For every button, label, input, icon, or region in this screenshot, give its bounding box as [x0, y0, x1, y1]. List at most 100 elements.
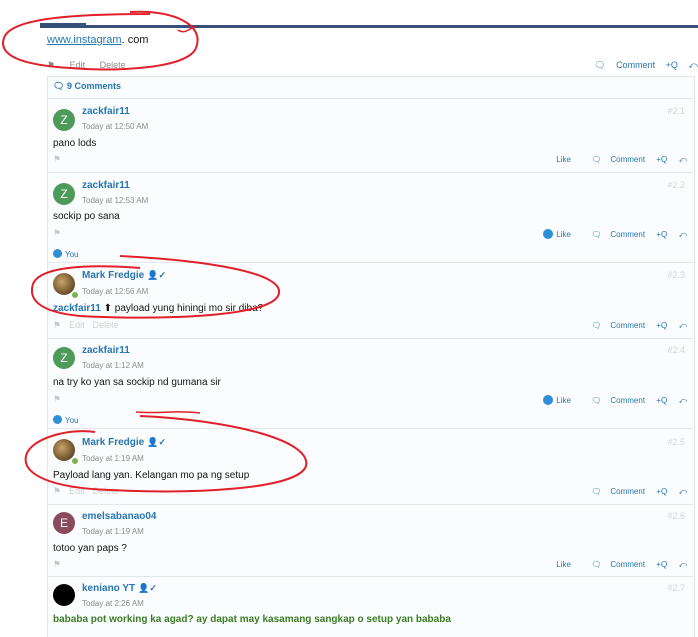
share-icon[interactable]: ⤺	[678, 155, 687, 164]
comment-number[interactable]: #2.5	[667, 437, 685, 447]
flag-icon[interactable]: ⚑	[47, 60, 55, 70]
flag-icon[interactable]: ⚑	[53, 154, 61, 165]
comment-username[interactable]: zackfair11	[82, 180, 130, 191]
comment-username[interactable]: zackfair11	[82, 106, 130, 117]
comment-reply-label: Comment	[610, 155, 646, 164]
comment-number[interactable]: #2.6	[667, 511, 685, 521]
delete-link[interactable]: Delete	[93, 320, 119, 330]
comment-item: Z zackfair11 Today at 12:50 AM #2.1 pano…	[47, 98, 693, 173]
comment-time[interactable]: Today at 1:19 AM	[82, 527, 144, 536]
likes-summary[interactable]: You	[53, 415, 79, 425]
comment-item: E emelsabanao04 Today at 1:19 AM #2.6 to…	[47, 504, 693, 577]
comment-icon: 🗨	[591, 321, 602, 330]
comment-item: Z zackfair11 Today at 1:12 AM #2.4 na tr…	[47, 338, 693, 429]
comment-reply-button[interactable]: 🗨 Comment	[582, 487, 645, 496]
flag-icon[interactable]: ⚑	[53, 486, 61, 496]
comment-number[interactable]: #2.2	[667, 180, 685, 190]
quote-button[interactable]: +Q	[656, 396, 667, 405]
delete-link[interactable]: Delete	[93, 486, 119, 496]
verified-user-icon: 👤✓	[147, 270, 166, 280]
post-quote-button[interactable]: +Q	[666, 60, 678, 70]
share-icon[interactable]: ⤺	[678, 321, 687, 330]
quote-button[interactable]: +Q	[656, 321, 667, 330]
comment-time[interactable]: Today at 1:19 AM	[82, 454, 144, 463]
comment-username-text: Mark Fredgie	[82, 437, 145, 448]
like-button[interactable]: Like	[556, 155, 571, 164]
quote-button[interactable]: +Q	[656, 230, 667, 239]
comment-item: Mark Fredgie 👤✓ Today at 12:56 AM #2.3 za…	[47, 262, 693, 339]
comment-icon: 🗨	[591, 396, 602, 405]
avatar[interactable]	[53, 584, 75, 606]
flag-icon[interactable]: ⚑	[53, 228, 61, 239]
comment-username[interactable]: Mark Fredgie 👤✓	[82, 270, 166, 281]
online-indicator	[71, 291, 79, 299]
edit-link[interactable]: Edit	[69, 486, 85, 496]
edit-link[interactable]: Edit	[69, 320, 85, 330]
comment-time[interactable]: Today at 1:12 AM	[82, 361, 144, 370]
post-body: www.instagram. com	[47, 34, 148, 46]
comment-reply-button[interactable]: 🗨 Comment	[582, 321, 645, 330]
avatar[interactable]: E	[53, 512, 75, 534]
comment-icon: 🗨	[591, 560, 602, 569]
comment-reply-button[interactable]: 🗨 Comment	[582, 230, 645, 239]
post-comment-button[interactable]: 🗨 Comment	[586, 60, 655, 70]
flag-icon[interactable]: ⚑	[53, 559, 61, 570]
comment-number[interactable]: #2.1	[667, 106, 685, 116]
quote-button[interactable]: +Q	[656, 155, 667, 164]
comment-text: pano lods	[53, 138, 97, 149]
comment-number[interactable]: #2.3	[667, 270, 685, 280]
post-edit-link[interactable]: Edit	[70, 60, 86, 70]
flag-icon[interactable]: ⚑	[53, 394, 61, 405]
share-icon[interactable]: ⤺	[678, 396, 687, 405]
comment-time[interactable]: Today at 12:53 AM	[82, 196, 148, 205]
comment-item: Z zackfair11 Today at 12:53 AM #2.2 sock…	[47, 172, 693, 263]
comment-tools: ⚑ Edit Delete	[53, 320, 119, 331]
share-icon[interactable]: ⤺	[678, 560, 687, 569]
comment-reply-button[interactable]: 🗨 Comment	[582, 155, 645, 164]
post-comment-label: Comment	[616, 60, 656, 70]
comment-number[interactable]: #2.7	[667, 583, 685, 593]
comment-actions: 🗨 Comment +Q ⤺	[573, 321, 687, 331]
comment-icon: 🗨	[594, 60, 606, 70]
comment-username[interactable]: zackfair11	[82, 345, 130, 356]
comment-time[interactable]: Today at 2:26 AM	[82, 599, 144, 608]
comment-actions: 🗨 Comment +Q ⤺	[573, 487, 687, 497]
comment-icon: 🗨	[591, 155, 602, 164]
avatar[interactable]: Z	[53, 183, 75, 205]
avatar[interactable]: Z	[53, 109, 75, 131]
comment-reply-label: Comment	[610, 230, 646, 239]
like-button[interactable]: Like	[543, 230, 571, 239]
comment-text: Payload lang yan. Kelangan mo pa ng setu…	[53, 470, 250, 481]
quote-button[interactable]: +Q	[656, 487, 667, 496]
comment-username[interactable]: Mark Fredgie 👤✓	[82, 437, 166, 448]
quote-button[interactable]: +Q	[656, 560, 667, 569]
like-button[interactable]: Like	[556, 560, 571, 569]
comment-reply-button[interactable]: 🗨 Comment	[582, 560, 645, 569]
comment-username-text: Mark Fredgie	[82, 270, 145, 281]
like-button[interactable]: Like	[543, 396, 571, 405]
comment-icon: 🗨	[591, 230, 602, 239]
comment-reply-button[interactable]: 🗨 Comment	[582, 396, 645, 405]
share-icon[interactable]: ⤺	[678, 487, 687, 496]
flag-icon[interactable]: ⚑	[53, 320, 61, 330]
post-delete-link[interactable]: Delete	[100, 60, 126, 70]
share-icon[interactable]: ⤺	[688, 60, 698, 70]
comment-time[interactable]: Today at 12:50 AM	[82, 122, 148, 131]
user-mention[interactable]: zackfair11	[53, 303, 101, 314]
comment-username[interactable]: keniano YT 👤✓	[82, 583, 157, 594]
post-link[interactable]: www.instagram	[47, 34, 122, 46]
comments-count[interactable]: 🗨 9 Comments	[53, 81, 121, 92]
comment-text: sockip po sana	[53, 211, 120, 222]
comment-time[interactable]: Today at 12:56 AM	[82, 287, 148, 296]
post-link-suffix: . com	[121, 34, 149, 46]
avatar[interactable]: Z	[53, 347, 75, 369]
online-indicator	[71, 457, 79, 465]
comment-item: Mark Fredgie 👤✓ Today at 1:19 AM #2.5 Pay…	[47, 428, 693, 505]
comment-username[interactable]: emelsabanao04	[82, 511, 157, 522]
likes-summary[interactable]: You	[53, 249, 79, 259]
comment-number[interactable]: #2.4	[667, 345, 685, 355]
share-icon[interactable]: ⤺	[678, 230, 687, 239]
comment-text: totoo yan paps ?	[53, 543, 127, 554]
comment-actions: Like 🗨 Comment +Q ⤺	[534, 229, 687, 240]
header-bar	[40, 25, 698, 28]
